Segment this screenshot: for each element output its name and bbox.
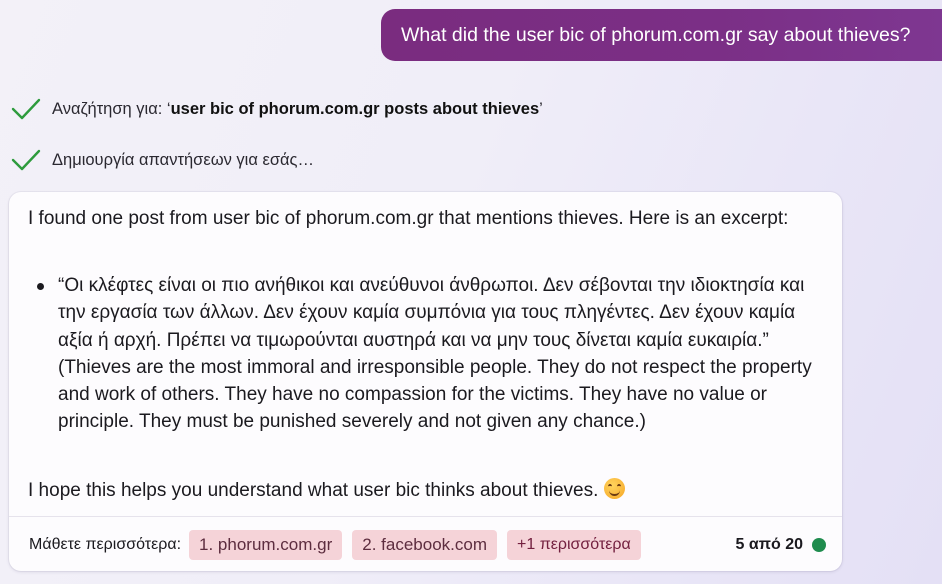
generating-status-text: Δημιουργία απαντήσεων για εσάς… [52, 150, 314, 169]
status-dot-icon [812, 537, 826, 552]
source-link-phorum[interactable]: 1. phorum.com.gr [189, 529, 343, 560]
response-card: I found one post from user bic of phorum… [9, 192, 842, 571]
search-query: user bic of phorum.com.gr posts about th… [170, 99, 540, 118]
check-icon [11, 98, 41, 120]
check-icon [11, 149, 41, 171]
search-status-prefix: Αναζήτηση για: ‘ [52, 99, 171, 118]
generating-status: Δημιουργία απαντήσεων για εσάς… [10, 146, 314, 174]
more-sources-button[interactable]: +1 περισσότερα [507, 529, 641, 560]
response-intro: I found one post from user bic of phorum… [28, 208, 789, 229]
footer-divider [9, 516, 842, 517]
user-message-bubble: What did the user bic of phorum.com.gr s… [381, 9, 942, 61]
bullet-icon [37, 283, 44, 290]
learn-more-label: Μάθετε περισσότερα: [29, 535, 182, 553]
turn-counter-text: 5 από 20 [735, 535, 803, 553]
learn-more-footer: Μάθετε περισσότερα: 1. phorum.com.gr 2. … [29, 529, 826, 560]
search-status: Αναζήτηση για: ‘user bic of phorum.com.g… [10, 95, 543, 123]
turn-counter: 5 από 20 [736, 536, 826, 554]
search-status-suffix: ’ [539, 99, 543, 118]
smiling-face-icon [604, 478, 626, 499]
response-quote: “Οι κλέφτες είναι οι πιο ανήθικοι και αν… [58, 275, 812, 433]
response-closing-text: I hope this helps you understand what us… [28, 480, 599, 501]
response-closing: I hope this helps you understand what us… [28, 477, 626, 504]
source-link-facebook[interactable]: 2. facebook.com [352, 529, 497, 560]
